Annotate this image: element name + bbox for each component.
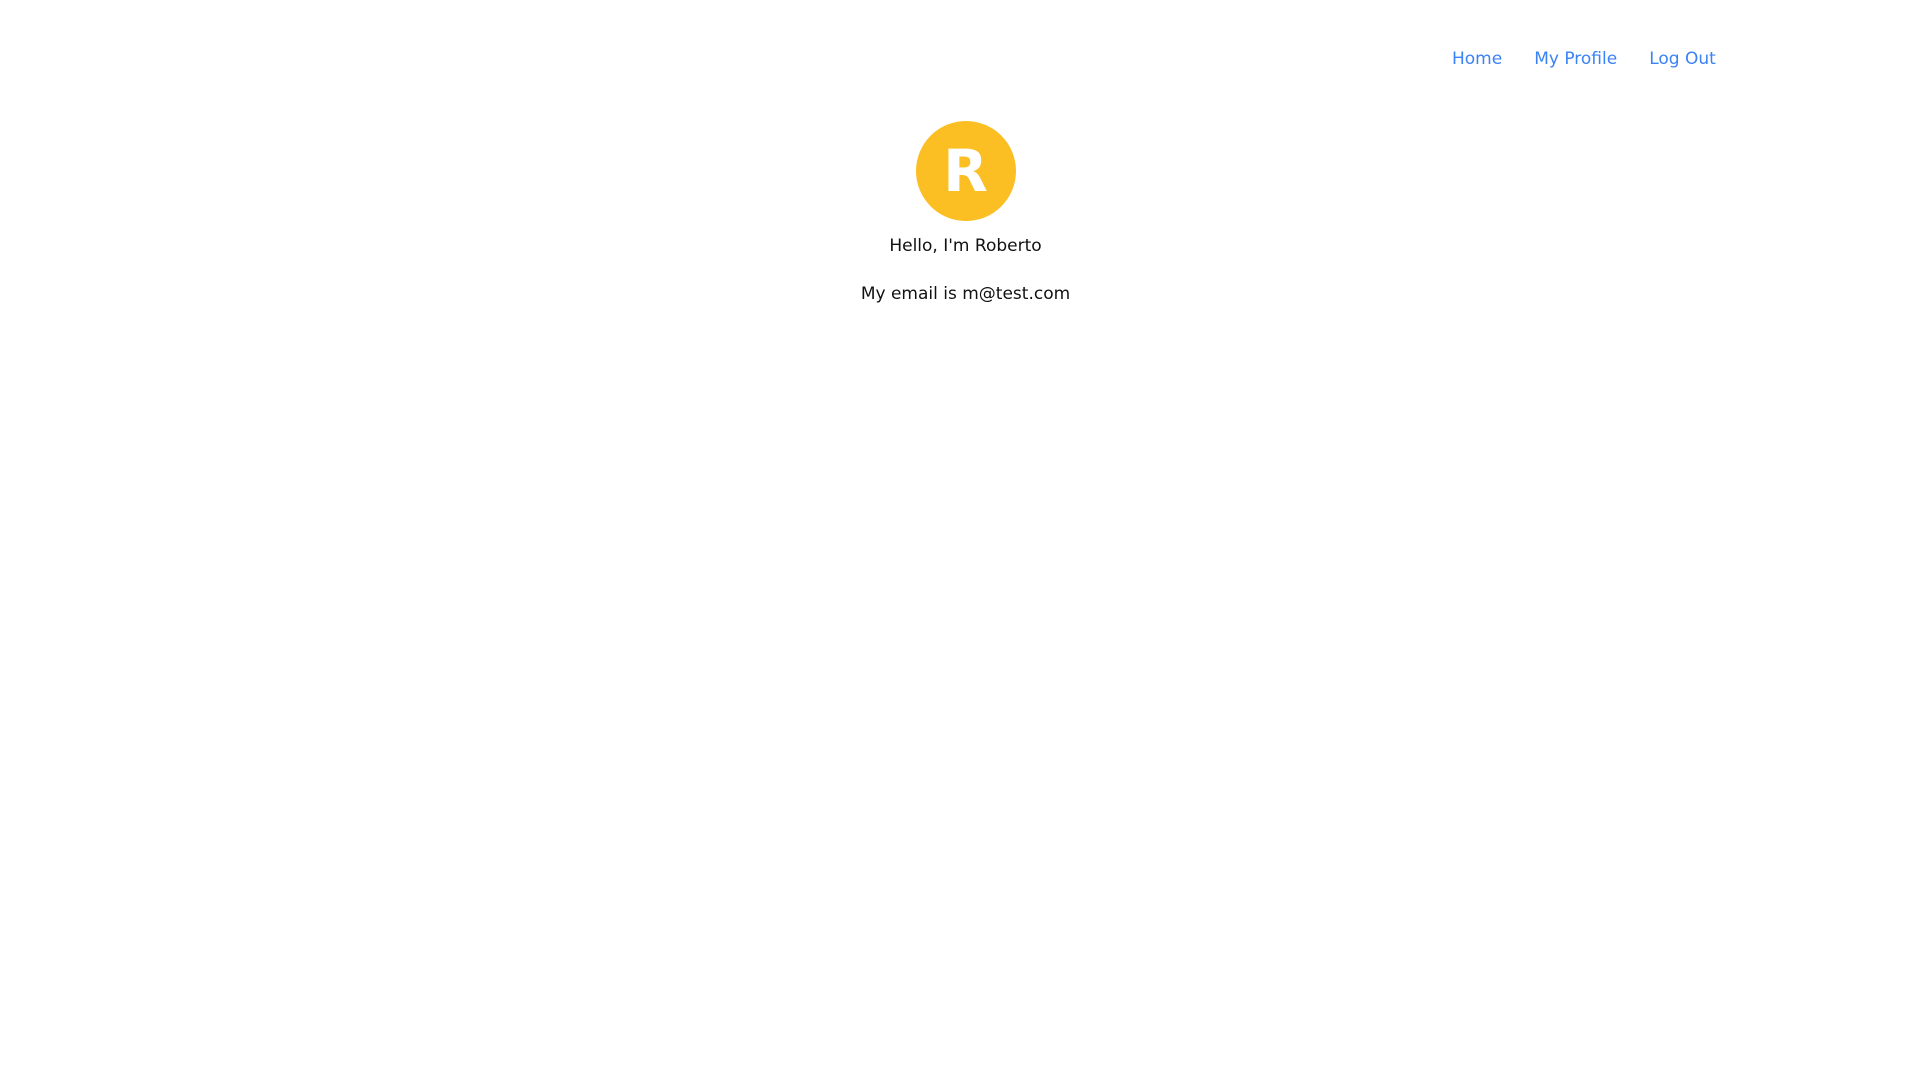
- profile-section: R Hello, I'm Roberto My email is m@test.…: [0, 121, 1920, 305]
- top-nav: Home My Profile Log Out: [1452, 48, 1716, 70]
- email-text: My email is m@test.com: [860, 284, 1071, 304]
- nav-link-my-profile[interactable]: My Profile: [1534, 48, 1617, 70]
- avatar: R: [915, 121, 1016, 221]
- nav-link-home[interactable]: Home: [1452, 48, 1502, 70]
- greeting-text: Hello, I'm Roberto: [889, 236, 1042, 256]
- nav-link-log-out[interactable]: Log Out: [1649, 48, 1716, 70]
- avatar-initial: R: [943, 137, 988, 205]
